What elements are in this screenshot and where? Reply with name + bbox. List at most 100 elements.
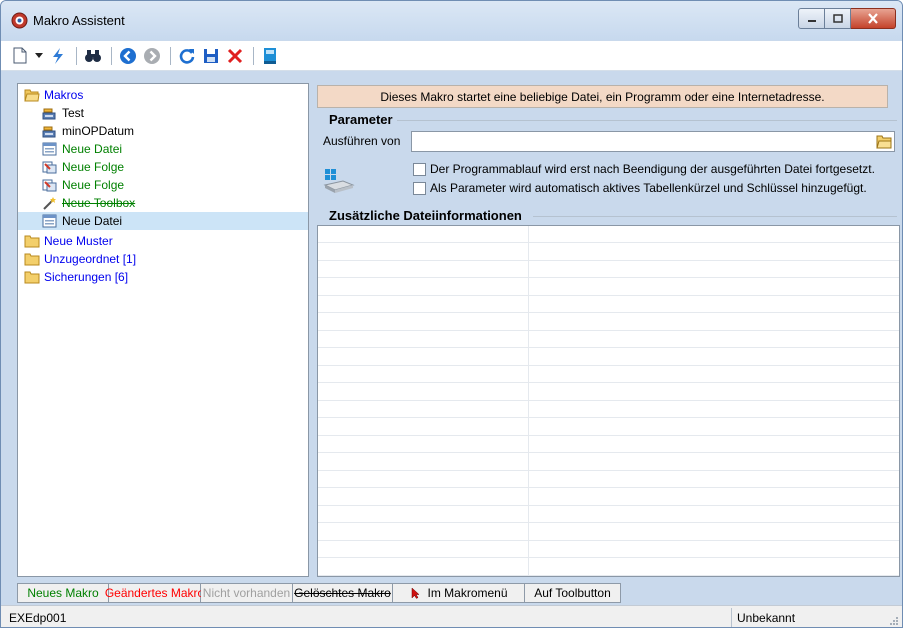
tree-item-label: Test bbox=[62, 106, 85, 120]
parameter-group-title: Parameter bbox=[329, 112, 393, 127]
tree-folder-label: Sicherungen [6] bbox=[44, 270, 129, 284]
exec-path-input[interactable] bbox=[411, 131, 895, 152]
tree-folder-label: Unzugeordnet [1] bbox=[44, 252, 137, 266]
legend-item: Nicht vorhanden bbox=[201, 583, 293, 603]
extra-info-group-title: Zusätzliche Dateiinformationen bbox=[329, 208, 522, 223]
wand-icon bbox=[43, 197, 56, 210]
grid-row[interactable] bbox=[318, 419, 899, 436]
grid-row[interactable] bbox=[318, 384, 899, 401]
tree-folder-makros[interactable]: Makros bbox=[24, 86, 83, 104]
tree-item[interactable]: Neue Folge bbox=[42, 158, 124, 176]
search-button[interactable] bbox=[82, 45, 104, 67]
save-button[interactable] bbox=[200, 45, 222, 67]
refresh-icon bbox=[179, 48, 195, 64]
delete-button[interactable] bbox=[224, 45, 246, 67]
grid-row[interactable] bbox=[318, 296, 899, 313]
legend-item: Im Makromenü bbox=[393, 583, 525, 603]
grid-row[interactable] bbox=[318, 471, 899, 488]
toolbar bbox=[1, 41, 902, 71]
grid-row[interactable] bbox=[318, 349, 899, 366]
toolbar-separator bbox=[170, 46, 171, 65]
legend-item-label: Neues Makro bbox=[27, 586, 99, 600]
grid-row[interactable] bbox=[318, 226, 899, 243]
tree-item-label: Neue Folge bbox=[62, 160, 125, 174]
minimize-button[interactable] bbox=[798, 8, 825, 29]
checkbox-label: Der Programmablauf wird erst nach Beendi… bbox=[430, 162, 875, 176]
book-button[interactable] bbox=[259, 45, 281, 67]
grid-row[interactable] bbox=[318, 366, 899, 383]
close-button[interactable] bbox=[851, 8, 896, 29]
grid-row[interactable] bbox=[318, 261, 899, 278]
grid-row[interactable] bbox=[318, 506, 899, 523]
legend-item: Neues Makro bbox=[17, 583, 109, 603]
grid-row[interactable] bbox=[318, 559, 899, 576]
new-document-icon bbox=[13, 47, 27, 64]
legend-item: Gelöschtes Makro bbox=[293, 583, 393, 603]
wait-for-completion-checkbox[interactable]: Der Programmablauf wird erst nach Beendi… bbox=[413, 162, 875, 176]
browse-folder-icon[interactable] bbox=[876, 134, 892, 149]
checkbox-label: Als Parameter wird automatisch aktives T… bbox=[430, 181, 867, 195]
tree-item[interactable]: Neue Datei bbox=[42, 140, 122, 158]
tree-folder-unzugeordnet[interactable]: Unzugeordnet [1] bbox=[24, 250, 136, 268]
tree-folder-neue-muster[interactable]: Neue Muster bbox=[24, 232, 113, 250]
save-icon bbox=[204, 48, 218, 63]
caption-buttons bbox=[798, 8, 896, 29]
status-module: EXEdp001 bbox=[9, 611, 67, 625]
file-info-grid[interactable] bbox=[317, 225, 900, 577]
minimize-icon bbox=[807, 19, 816, 22]
tree-folder-label: Neue Muster bbox=[44, 234, 113, 248]
folder-icon bbox=[24, 253, 40, 266]
tree-item[interactable]: Neue Datei bbox=[18, 212, 308, 230]
grid-row[interactable] bbox=[318, 524, 899, 541]
tree-item[interactable]: Test bbox=[42, 104, 84, 122]
toolbar-separator bbox=[253, 46, 254, 65]
append-table-key-checkbox[interactable]: Als Parameter wird automatisch aktives T… bbox=[413, 181, 867, 195]
tree-item[interactable]: minOPDatum bbox=[42, 122, 134, 140]
grid-row[interactable] bbox=[318, 401, 899, 418]
book-icon bbox=[264, 47, 276, 64]
macro-tree[interactable]: Makros Test minOPDatum Neue Datei Neue Folg… bbox=[17, 83, 309, 577]
grid-row[interactable] bbox=[318, 454, 899, 471]
tree-folder-label: Makros bbox=[44, 88, 84, 102]
back-button[interactable] bbox=[117, 45, 139, 67]
grid-row[interactable] bbox=[318, 541, 899, 558]
form-icon bbox=[42, 142, 57, 156]
legend-item-label: Auf Toolbutton bbox=[534, 586, 611, 600]
app-icon bbox=[11, 12, 28, 29]
legend-item-label: Geändertes Makro bbox=[104, 586, 205, 600]
status-state: Unbekannt bbox=[737, 611, 796, 625]
back-icon bbox=[120, 47, 136, 64]
tree-folder-sicherungen[interactable]: Sicherungen [6] bbox=[24, 268, 128, 286]
forward-button[interactable] bbox=[141, 45, 163, 67]
refresh-button[interactable] bbox=[176, 45, 198, 67]
tree-item-label: Neue Datei bbox=[62, 214, 123, 228]
folder-icon bbox=[24, 271, 40, 284]
sequence-icon bbox=[42, 179, 57, 192]
lightning-icon bbox=[53, 47, 63, 64]
new-dropdown-button[interactable] bbox=[33, 45, 45, 67]
tree-item[interactable]: Neue Toolbox bbox=[42, 194, 135, 212]
checkbox-box[interactable] bbox=[413, 162, 426, 176]
grid-row[interactable] bbox=[318, 489, 899, 506]
resize-grip-icon[interactable] bbox=[889, 616, 899, 626]
grid-row[interactable] bbox=[318, 279, 899, 296]
grid-row[interactable] bbox=[318, 331, 899, 348]
binoculars-icon bbox=[85, 49, 101, 62]
execute-button[interactable] bbox=[47, 45, 69, 67]
grid-column-divider bbox=[528, 226, 529, 576]
windows-program-icon bbox=[323, 169, 355, 193]
grid-row[interactable] bbox=[318, 314, 899, 331]
grid-row[interactable] bbox=[318, 436, 899, 453]
legend-bar: Neues Makro Geändertes Makro Nicht vorhand… bbox=[17, 583, 621, 603]
description-banner: Dieses Makro startet eine beliebige Date… bbox=[317, 85, 888, 108]
checkbox-box[interactable] bbox=[413, 181, 426, 195]
dropdown-arrow-icon bbox=[35, 53, 43, 58]
tree-item-label: minOPDatum bbox=[62, 124, 135, 138]
parameter-group-line bbox=[397, 120, 897, 121]
title-bar: Makro Assistent bbox=[1, 1, 902, 40]
new-button[interactable] bbox=[9, 45, 31, 67]
close-icon bbox=[868, 13, 878, 24]
grid-row[interactable] bbox=[318, 244, 899, 261]
maximize-button[interactable] bbox=[825, 8, 851, 29]
tree-item[interactable]: Neue Folge bbox=[42, 176, 124, 194]
